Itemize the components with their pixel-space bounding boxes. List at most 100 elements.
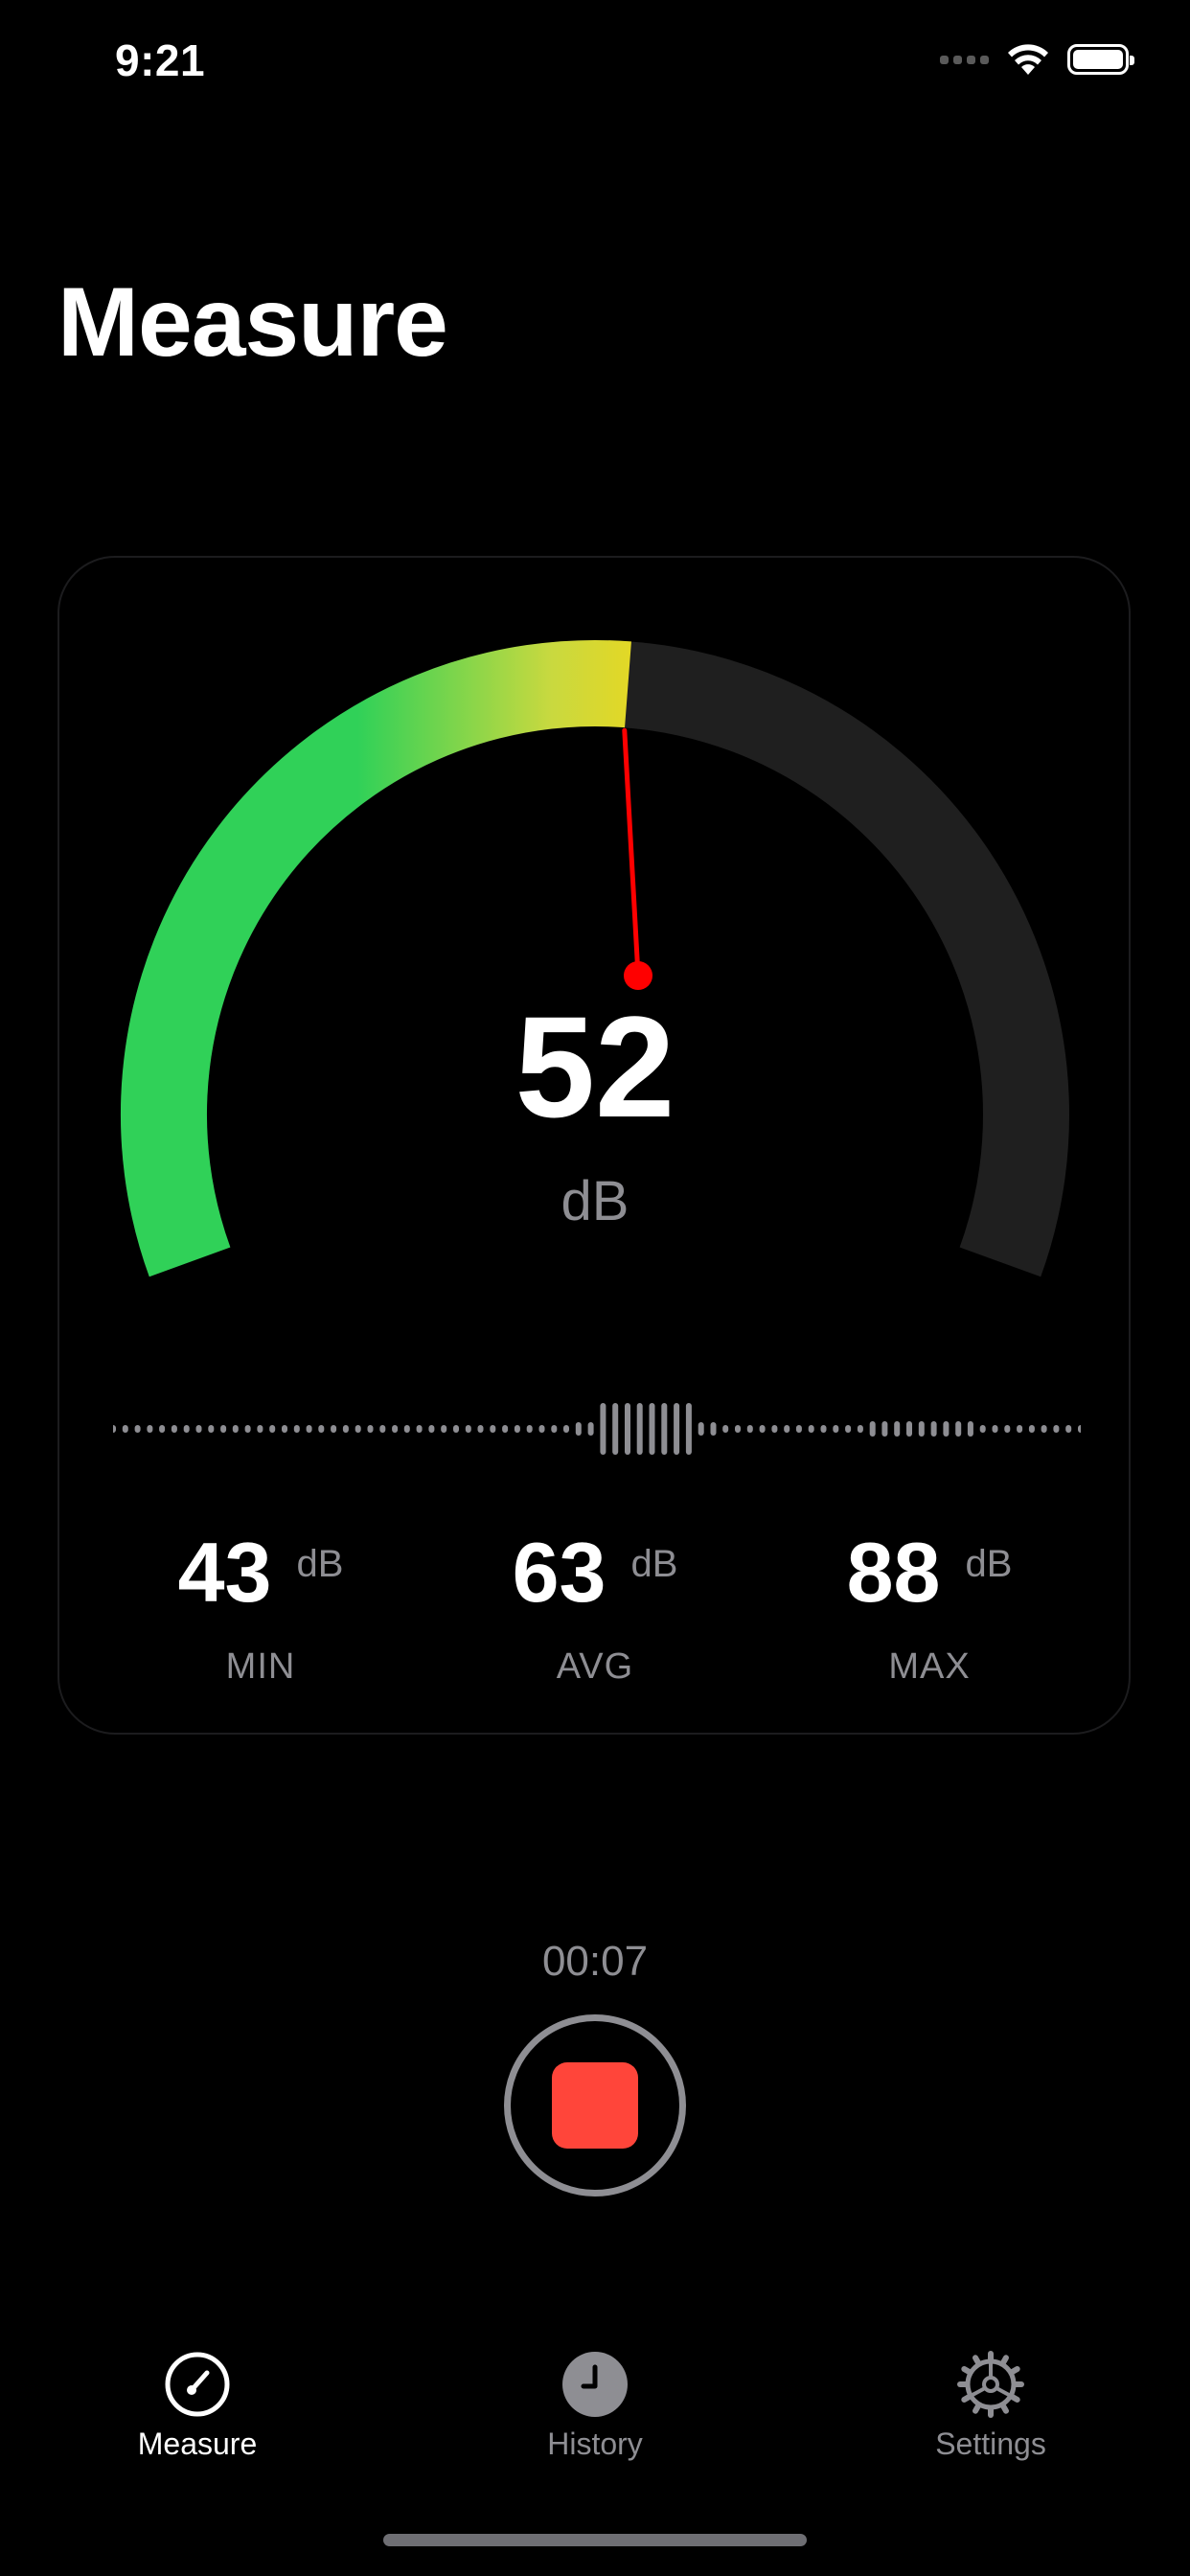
waveform-bar bbox=[979, 1425, 986, 1433]
waveform-bar bbox=[575, 1422, 582, 1436]
waveform-bar bbox=[282, 1425, 287, 1433]
waveform-bar bbox=[636, 1403, 643, 1455]
waveform-bar bbox=[674, 1403, 680, 1455]
waveform-bar bbox=[1041, 1425, 1047, 1433]
waveform-bar bbox=[1004, 1425, 1011, 1433]
waveform-bar bbox=[587, 1422, 594, 1436]
stop-recording-button[interactable] bbox=[504, 2014, 686, 2196]
waveform-bar bbox=[735, 1425, 741, 1433]
tab-settings[interactable]: Settings bbox=[876, 2350, 1106, 2462]
waveform-bar bbox=[930, 1421, 937, 1437]
stat-avg-value: 63 bbox=[512, 1525, 606, 1620]
waveform-bar bbox=[403, 1425, 410, 1433]
gauge-icon bbox=[165, 2352, 230, 2417]
waveform-bar bbox=[967, 1421, 973, 1437]
waveform-bar bbox=[649, 1403, 655, 1455]
waveform-bar bbox=[342, 1425, 349, 1433]
decibel-unit: dB bbox=[561, 1170, 629, 1232]
waveform-bar bbox=[1065, 1425, 1072, 1433]
waveform-bar bbox=[453, 1425, 459, 1433]
waveform-bar bbox=[869, 1421, 876, 1437]
stat-max-label: MAX bbox=[888, 1646, 971, 1687]
waveform-bar bbox=[502, 1425, 509, 1433]
waveform-bar bbox=[220, 1425, 227, 1433]
waveform-bar bbox=[771, 1425, 778, 1433]
waveform-bar bbox=[392, 1425, 399, 1433]
tab-history[interactable]: History bbox=[480, 2350, 710, 2462]
waveform-bar bbox=[551, 1425, 558, 1433]
tab-settings-label: Settings bbox=[935, 2426, 1046, 2461]
stat-max-value: 88 bbox=[846, 1525, 941, 1620]
tab-measure-label: Measure bbox=[137, 2426, 258, 2461]
waveform-bar bbox=[857, 1425, 863, 1433]
waveform-bar bbox=[367, 1425, 374, 1433]
waveform-bar bbox=[293, 1425, 300, 1433]
waveform-bar bbox=[746, 1425, 753, 1433]
waveform-bar bbox=[625, 1403, 630, 1455]
recording-timer: 00:07 bbox=[541, 1938, 649, 1985]
waveform-bar bbox=[1053, 1425, 1060, 1433]
waveform-bar bbox=[906, 1421, 912, 1437]
waveform-bar bbox=[612, 1403, 619, 1455]
waveform-bar bbox=[992, 1425, 998, 1433]
waveform-bar bbox=[881, 1421, 888, 1437]
waveform-bar bbox=[416, 1425, 423, 1433]
stat-avg-unit: dB bbox=[630, 1543, 678, 1585]
waveform-bar bbox=[1017, 1425, 1023, 1433]
waveform-bar bbox=[685, 1403, 692, 1455]
waveform-bar bbox=[379, 1425, 386, 1433]
stat-min: 43 dB bbox=[88, 1524, 433, 1622]
stat-min-value: 43 bbox=[177, 1525, 272, 1620]
waveform-bar bbox=[955, 1421, 962, 1437]
waveform-bar bbox=[134, 1425, 141, 1433]
waveform-bar bbox=[600, 1403, 606, 1455]
gear-icon bbox=[957, 2351, 1024, 2418]
tab-measure[interactable]: Measure bbox=[82, 2350, 312, 2462]
waveform-bar bbox=[833, 1425, 839, 1433]
waveform-bar bbox=[526, 1425, 533, 1433]
waveform-bar bbox=[171, 1425, 177, 1433]
waveform-bar bbox=[722, 1425, 729, 1433]
stop-icon bbox=[552, 2062, 638, 2149]
waveform-bar bbox=[318, 1425, 325, 1433]
waveform-bar bbox=[195, 1425, 202, 1433]
stat-avg-label: AVG bbox=[556, 1646, 634, 1687]
waveform-bar bbox=[784, 1425, 790, 1433]
decibel-reading: 52 bbox=[515, 986, 675, 1147]
waveform-bar bbox=[477, 1425, 484, 1433]
waveform-bar bbox=[808, 1425, 814, 1433]
waveform-bar bbox=[514, 1425, 520, 1433]
waveform-bar bbox=[710, 1422, 717, 1436]
waveform-bar bbox=[698, 1422, 704, 1436]
waveform-bar bbox=[208, 1425, 215, 1433]
stat-min-label: MIN bbox=[225, 1646, 296, 1687]
waveform-bar bbox=[122, 1425, 128, 1433]
waveform-bar bbox=[113, 1425, 116, 1433]
waveform-bar bbox=[943, 1421, 950, 1437]
gauge-needle bbox=[622, 727, 641, 978]
home-indicator bbox=[383, 2534, 807, 2546]
stat-min-unit: dB bbox=[296, 1543, 344, 1585]
waveform-bar bbox=[661, 1403, 668, 1455]
stat-max: 88 dB bbox=[757, 1524, 1102, 1622]
waveform-bar bbox=[232, 1425, 239, 1433]
waveform-bar bbox=[1028, 1425, 1035, 1433]
waveform-bar bbox=[183, 1425, 190, 1433]
waveform-bar bbox=[428, 1425, 435, 1433]
waveform-bar bbox=[563, 1425, 569, 1433]
waveform-bar bbox=[306, 1425, 312, 1433]
waveform-bar bbox=[257, 1425, 263, 1433]
waveform-bar bbox=[1078, 1425, 1081, 1433]
waveform-bar bbox=[795, 1425, 802, 1433]
stat-avg: 63 dB bbox=[423, 1524, 767, 1622]
waveform-bar bbox=[538, 1425, 545, 1433]
waveform-bar bbox=[269, 1425, 276, 1433]
waveform-bar bbox=[244, 1425, 251, 1433]
waveform-bar bbox=[465, 1425, 471, 1433]
waveform-bar bbox=[159, 1425, 166, 1433]
waveform-bar bbox=[894, 1421, 901, 1437]
audio-waveform bbox=[113, 1403, 1081, 1455]
stat-max-unit: dB bbox=[965, 1543, 1013, 1585]
waveform-bar bbox=[355, 1425, 361, 1433]
tab-history-label: History bbox=[547, 2426, 643, 2461]
